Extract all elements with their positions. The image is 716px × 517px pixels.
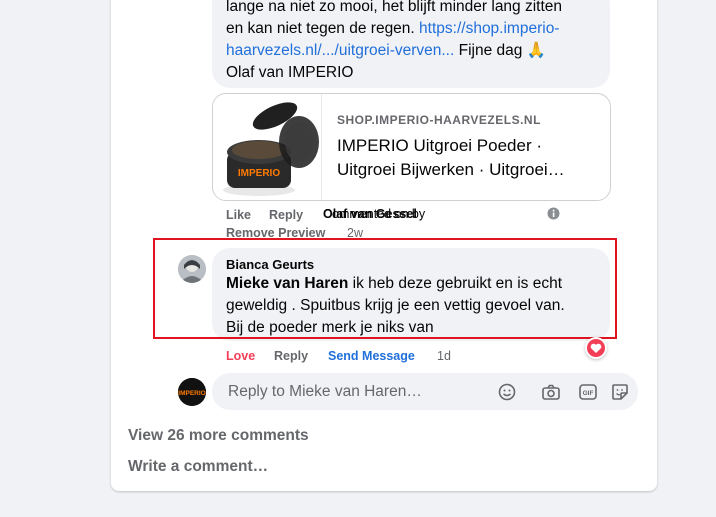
emoji-icon[interactable] [497,382,517,402]
love-reaction-icon[interactable] [585,337,607,359]
reply-button[interactable]: Reply [269,208,303,222]
send-message-button[interactable]: Send Message [328,349,415,363]
comment-text: lange na niet zo mooi, het blijft minder… [226,0,596,84]
reply-box[interactable]: GIF [212,373,638,410]
svg-text:GIF: GIF [583,390,594,397]
info-icon[interactable] [547,207,560,223]
comment-time[interactable]: 1d [437,349,451,363]
preview-domain: SHOP.IMPERIO-HAARVEZELS.NL [337,113,541,127]
avatar[interactable]: IMPERIO [178,378,206,406]
like-button[interactable]: Like [226,208,251,222]
comment-line: lange na niet zo mooi, het blijft minder… [226,0,563,15]
link-preview-card[interactable]: IMPERIO SHOP.IMPERIO-HAARVEZELS.NL IMPER… [212,93,611,201]
reply-button[interactable]: Reply [274,349,308,363]
comment-signature: Olaf van IMPERIO [226,64,354,81]
product-link-cont[interactable]: haarvezels.nl/.../uitgroei-verven... [226,42,454,59]
product-thumbnail: IMPERIO [213,94,322,200]
reply-input[interactable] [226,381,490,403]
product-link[interactable]: https://shop.imperio- [419,20,559,37]
write-comment[interactable]: Write a comment… [128,458,268,476]
comment-line: Fijne dag 🙏 [454,42,546,59]
sticker-icon[interactable] [610,382,630,402]
love-button[interactable]: Love [226,349,255,363]
camera-icon[interactable] [541,382,561,402]
highlight-box [153,238,617,339]
preview-title[interactable]: IMPERIO Uitgroei Poeder · Uitgroei Bijwe… [337,134,597,182]
view-more-comments[interactable]: View 26 more comments [128,427,309,445]
svg-text:IMPERIO: IMPERIO [238,168,280,179]
svg-text:IMPERIO: IMPERIO [178,390,205,397]
comment-bubble-imperio: lange na niet zo mooi, het blijft minder… [212,0,610,88]
comment-line: en kan niet tegen de regen. [226,20,420,37]
commenter-name[interactable]: Olaf van Gessel [323,207,417,221]
gif-icon[interactable]: GIF [578,382,598,402]
